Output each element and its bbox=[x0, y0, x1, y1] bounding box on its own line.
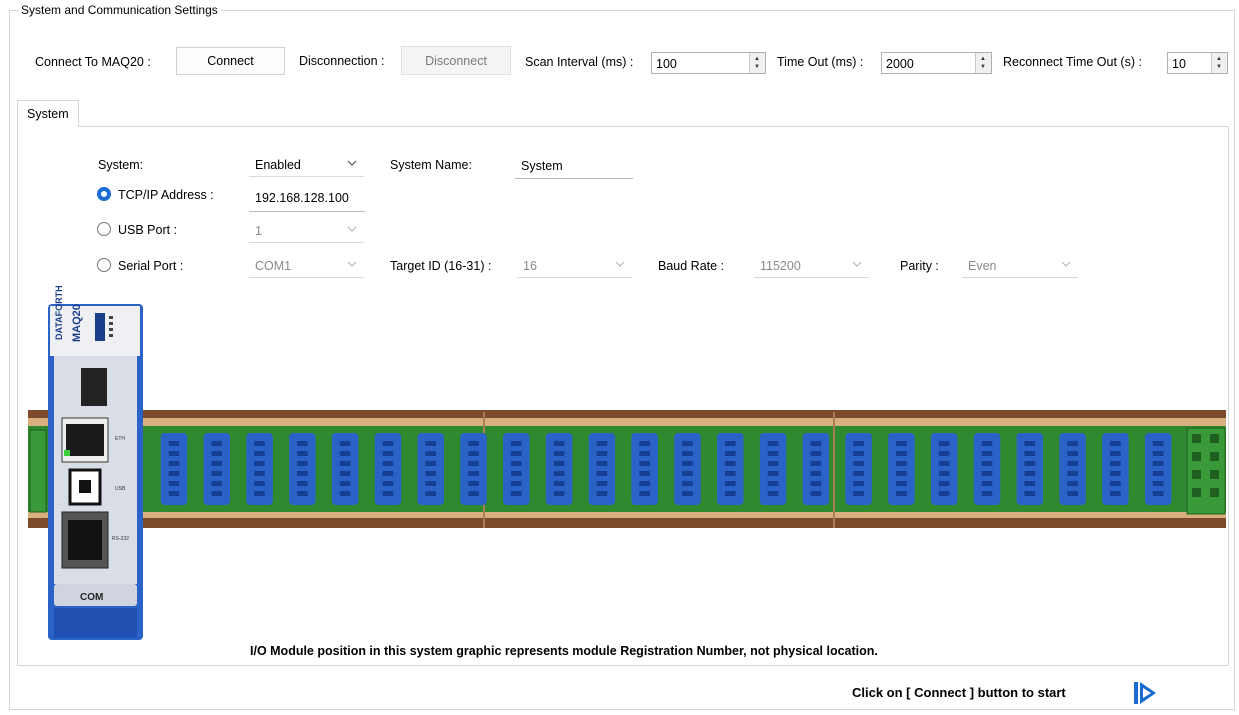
parity-select[interactable]: Even bbox=[962, 255, 1078, 278]
chevron-down-icon bbox=[347, 261, 357, 267]
system-panel bbox=[17, 126, 1229, 666]
group-title: System and Communication Settings bbox=[18, 3, 221, 17]
disconnect-button[interactable]: Disconnect bbox=[401, 46, 511, 75]
chevron-down-icon bbox=[347, 226, 357, 232]
scan-interval-value: 100 bbox=[656, 57, 677, 71]
usb-port-value: 1 bbox=[255, 224, 262, 238]
timeout-value: 2000 bbox=[886, 57, 914, 71]
serial-port-select[interactable]: COM1 bbox=[249, 255, 364, 278]
scan-interval-spinner[interactable]: 100 ▲ ▼ bbox=[651, 52, 766, 74]
baud-rate-label: Baud Rate : bbox=[658, 259, 725, 273]
play-forward-icon[interactable] bbox=[1133, 681, 1157, 705]
connect-label: Connect To MAQ20 : bbox=[35, 55, 151, 69]
system-name-input[interactable]: System bbox=[515, 155, 633, 179]
tab-system[interactable]: System bbox=[17, 100, 79, 127]
connect-button[interactable]: Connect bbox=[176, 47, 285, 75]
system-enabled-select[interactable]: Enabled bbox=[249, 154, 364, 177]
system-name-label: System Name: bbox=[390, 158, 472, 172]
chevron-down-icon bbox=[852, 261, 862, 267]
reconnect-spinner[interactable]: 10 ▲ ▼ bbox=[1167, 52, 1228, 74]
tcp-radio[interactable] bbox=[97, 187, 111, 201]
chevron-down-icon bbox=[615, 261, 625, 267]
usb-radio[interactable] bbox=[97, 222, 111, 236]
serial-port-value: COM1 bbox=[255, 259, 292, 273]
disconnect-label: Disconnection : bbox=[299, 54, 385, 68]
spinner-arrows-icon[interactable]: ▲ ▼ bbox=[975, 53, 991, 73]
reconnect-label: Reconnect Time Out (s) : bbox=[1003, 55, 1142, 69]
scan-interval-label: Scan Interval (ms) : bbox=[525, 55, 634, 69]
target-id-select[interactable]: 16 bbox=[517, 255, 632, 278]
target-id-label: Target ID (16-31) : bbox=[390, 259, 492, 273]
tcp-address-input[interactable]: 192.168.128.100 bbox=[249, 187, 365, 212]
parity-value: Even bbox=[968, 259, 997, 273]
parity-label: Parity : bbox=[900, 259, 939, 273]
tcp-label: TCP/IP Address : bbox=[118, 188, 214, 202]
system-enabled-value: Enabled bbox=[255, 158, 301, 172]
serial-radio[interactable] bbox=[97, 258, 111, 272]
reconnect-value: 10 bbox=[1172, 57, 1186, 71]
chevron-down-icon bbox=[347, 160, 357, 166]
registration-notice: I/O Module position in this system graph… bbox=[250, 644, 878, 658]
start-message: Click on [ Connect ] button to start bbox=[852, 685, 1066, 700]
serial-label: Serial Port : bbox=[118, 259, 184, 273]
target-id-value: 16 bbox=[523, 259, 537, 273]
system-label: System: bbox=[98, 158, 144, 172]
spinner-arrows-icon[interactable]: ▲ ▼ bbox=[1211, 53, 1227, 73]
usb-port-select[interactable]: 1 bbox=[249, 220, 364, 243]
spinner-arrows-icon[interactable]: ▲ ▼ bbox=[749, 53, 765, 73]
baud-rate-select[interactable]: 115200 bbox=[754, 255, 869, 278]
usb-label: USB Port : bbox=[118, 223, 178, 237]
timeout-label: Time Out (ms) : bbox=[777, 55, 864, 69]
chevron-down-icon bbox=[1061, 261, 1071, 267]
baud-rate-value: 115200 bbox=[760, 259, 801, 273]
timeout-spinner[interactable]: 2000 ▲ ▼ bbox=[881, 52, 992, 74]
